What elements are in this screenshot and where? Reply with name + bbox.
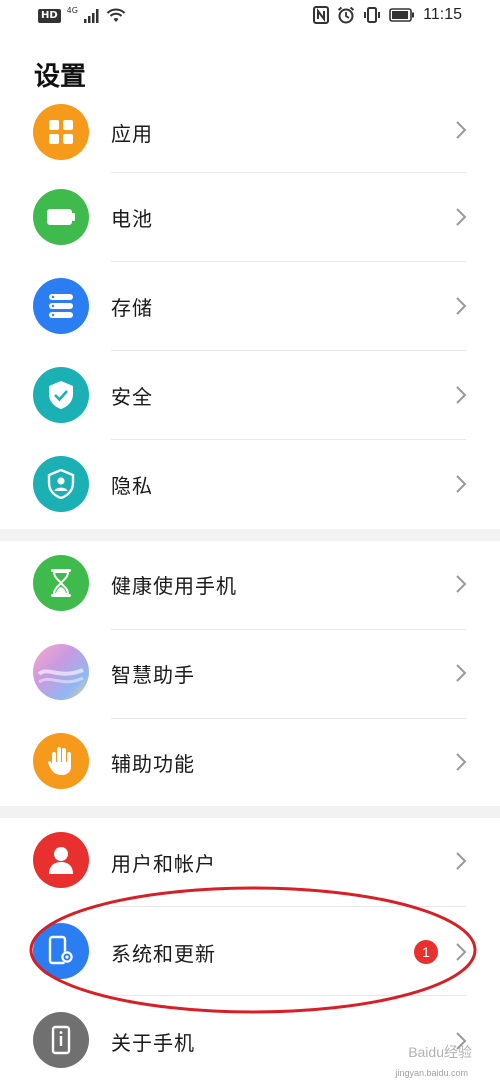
user-icon <box>33 832 89 888</box>
chevron-right-icon <box>456 575 467 593</box>
chevron-right-icon <box>456 664 467 682</box>
wifi-icon <box>106 8 126 22</box>
group-separator <box>0 806 500 818</box>
settings-screen: HD 4G 11:15 设置 应用 电池 存储 安全 隐私 健康使用手机 智慧助… <box>0 0 500 1084</box>
settings-item-users-accounts[interactable]: 用户和帐户 <box>0 818 500 907</box>
battery-icon <box>33 189 89 245</box>
shield-check-icon <box>33 367 89 423</box>
settings-item-battery[interactable]: 电池 <box>0 173 500 262</box>
chevron-right-icon <box>456 297 467 315</box>
hand-icon <box>33 733 89 789</box>
settings-item-storage[interactable]: 存储 <box>0 262 500 351</box>
watermark: Baidu经验 <box>408 1044 472 1060</box>
apps-icon <box>33 104 89 160</box>
status-time: 11:15 <box>423 6 462 23</box>
settings-item-smart-assistant[interactable]: 智慧助手 <box>0 630 500 719</box>
hourglass-icon <box>33 555 89 611</box>
assistant-icon <box>33 644 89 700</box>
vibrate-icon <box>364 7 381 23</box>
settings-item-label: 系统和更新 <box>111 942 216 966</box>
chevron-right-icon <box>456 852 467 870</box>
group-separator <box>0 529 500 541</box>
watermark-url: jingyan.baidu.com <box>395 1068 468 1078</box>
settings-item-label: 辅助功能 <box>111 752 195 776</box>
settings-item-label: 电池 <box>111 207 153 231</box>
nfc-icon <box>313 6 330 24</box>
chevron-right-icon <box>456 753 467 771</box>
settings-item-privacy[interactable]: 隐私 <box>0 440 500 529</box>
system-update-icon <box>33 923 89 979</box>
storage-icon <box>33 278 89 334</box>
settings-item-label: 智慧助手 <box>111 663 195 687</box>
status-left: HD 4G <box>38 6 126 23</box>
settings-item-security[interactable]: 安全 <box>0 351 500 440</box>
status-bar: HD 4G 11:15 <box>0 0 500 36</box>
settings-item-label: 用户和帐户 <box>111 852 216 876</box>
settings-item-apps[interactable]: 应用 <box>0 84 500 173</box>
notification-badge: 1 <box>414 940 438 964</box>
settings-item-label: 安全 <box>111 385 153 409</box>
status-right: 11:15 <box>313 6 462 24</box>
chevron-right-icon <box>456 208 467 226</box>
settings-item-label: 健康使用手机 <box>111 574 237 598</box>
privacy-shield-icon <box>33 456 89 512</box>
settings-item-label: 应用 <box>111 122 153 146</box>
hd-badge: HD <box>38 8 61 23</box>
network-label: 4G <box>66 6 78 15</box>
chevron-right-icon <box>456 475 467 493</box>
settings-item-system-update[interactable]: 系统和更新 1 <box>0 907 500 996</box>
about-phone-icon <box>33 1012 89 1068</box>
signal-icon <box>83 8 99 23</box>
settings-item-label: 关于手机 <box>111 1031 195 1055</box>
settings-item-label: 隐私 <box>111 474 153 498</box>
chevron-right-icon <box>456 386 467 404</box>
alarm-icon <box>338 6 355 24</box>
battery-status-icon <box>389 8 415 22</box>
chevron-right-icon <box>456 943 467 961</box>
settings-item-label: 存储 <box>111 296 153 320</box>
settings-item-accessibility[interactable]: 辅助功能 <box>0 719 500 808</box>
chevron-right-icon <box>456 121 467 139</box>
settings-item-digital-balance[interactable]: 健康使用手机 <box>0 541 500 630</box>
